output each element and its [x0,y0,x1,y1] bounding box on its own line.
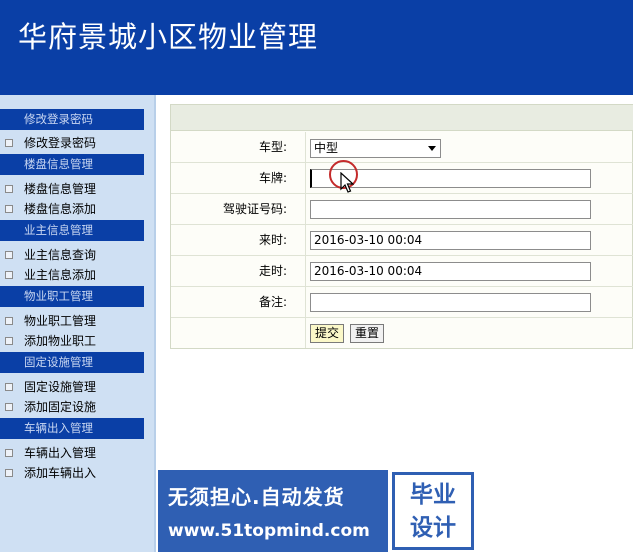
sidebar-section-facility[interactable]: 固定设施管理 [0,352,144,373]
sidebar-section-staff[interactable]: 物业职工管理 [0,286,144,307]
watermark-banner: 无须担心.自动发货 www.51topmind.com 毕业 设计 [158,470,475,552]
car-type-value: 中型 [314,141,339,155]
actions-label-cell [171,318,306,348]
row-remark: 备注: [171,287,633,318]
bullet-icon [5,205,13,213]
mouse-pointer-icon [340,171,355,197]
row-actions: 提交 重置 [171,318,633,349]
bullet-icon [5,251,13,259]
watermark-text-block: 无须担心.自动发货 www.51topmind.com [158,470,388,552]
sidebar-item-facility-manage[interactable]: 固定设施管理 [0,377,150,397]
bullet-icon [5,139,13,147]
bullet-icon [5,403,13,411]
license-input[interactable] [310,200,591,219]
leave-time-input[interactable]: 2016-03-10 00:04 [310,262,591,281]
sidebar-item-owner-add[interactable]: 业主信息添加 [0,265,150,285]
sidebar-item-label: 楼盘信息管理 [24,182,97,196]
leave-time-label: 走时: [171,256,306,286]
bullet-icon [5,469,13,477]
sidebar-item-change-password[interactable]: 修改登录密码 [0,133,150,153]
car-type-select[interactable]: 中型 [310,139,441,158]
sidebar-item-owner-query[interactable]: 业主信息查询 [0,245,150,265]
submit-button[interactable]: 提交 [310,324,345,343]
sidebar-item-building-add[interactable]: 楼盘信息添加 [0,199,150,219]
sidebar-item-label: 添加车辆出入 [24,466,97,480]
sidebar-item-label: 业主信息添加 [24,268,97,282]
plate-label: 车牌: [171,163,306,193]
bullet-icon [5,317,13,325]
badge-bottom-text: 设计 [410,515,456,541]
bullet-icon [5,271,13,279]
form-header-bar [171,105,633,131]
bullet-icon [5,449,13,457]
sidebar-item-label: 业主信息查询 [24,248,97,262]
badge-top-text: 毕业 [410,482,456,508]
sidebar-item-facility-add[interactable]: 添加固定设施 [0,397,150,417]
row-arrive: 来时: 2016-03-10 00:04 [171,225,633,256]
remark-input[interactable] [310,293,591,312]
sidebar-item-building-manage[interactable]: 楼盘信息管理 [0,179,150,199]
vehicle-form-panel: 车型: 中型 车牌: 驾驶证号码: 来时: 2016-03-10 00:04 走… [170,104,633,349]
watermark-slogan: 无须担心.自动发货 [168,485,345,509]
sidebar-item-vehicle-add[interactable]: 添加车辆出入 [0,463,150,483]
header-banner: 华府景城小区物业管理 [0,0,633,95]
reset-button[interactable]: 重置 [350,324,385,343]
sidebar-item-label: 添加物业职工 [24,334,97,348]
bullet-icon [5,185,13,193]
arrive-time-label: 来时: [171,225,306,255]
sidebar-section-password[interactable]: 修改登录密码 [0,109,144,130]
sidebar-item-label: 楼盘信息添加 [24,202,97,216]
sidebar-section-vehicle[interactable]: 车辆出入管理 [0,418,144,439]
sidebar-item-label: 固定设施管理 [24,380,97,394]
bullet-icon [5,383,13,391]
chevron-down-icon [428,146,436,151]
sidebar-section-building[interactable]: 楼盘信息管理 [0,154,144,175]
row-license: 驾驶证号码: [171,194,633,225]
bullet-icon [5,337,13,345]
sidebar-item-label: 物业职工管理 [24,314,97,328]
license-label: 驾驶证号码: [171,194,306,224]
sidebar-item-staff-manage[interactable]: 物业职工管理 [0,311,150,331]
car-type-label: 车型: [171,132,306,162]
row-leave: 走时: 2016-03-10 00:04 [171,256,633,287]
sidebar-item-label: 添加固定设施 [24,400,97,414]
sidebar: 修改登录密码 修改登录密码 楼盘信息管理 楼盘信息管理 楼盘信息添加 业主信息管… [0,95,156,552]
remark-label: 备注: [171,287,306,317]
watermark-badge: 毕业 设计 [392,472,474,550]
page-title: 华府景城小区物业管理 [18,20,319,54]
sidebar-item-label: 修改登录密码 [24,136,97,150]
arrive-time-input[interactable]: 2016-03-10 00:04 [310,231,591,250]
sidebar-section-owner[interactable]: 业主信息管理 [0,220,144,241]
sidebar-item-staff-add[interactable]: 添加物业职工 [0,331,150,351]
sidebar-item-label: 车辆出入管理 [24,446,97,460]
sidebar-item-vehicle-manage[interactable]: 车辆出入管理 [0,443,150,463]
row-car-type: 车型: 中型 [171,132,633,163]
watermark-url: www.51topmind.com [168,521,370,541]
row-plate: 车牌: [171,163,633,194]
